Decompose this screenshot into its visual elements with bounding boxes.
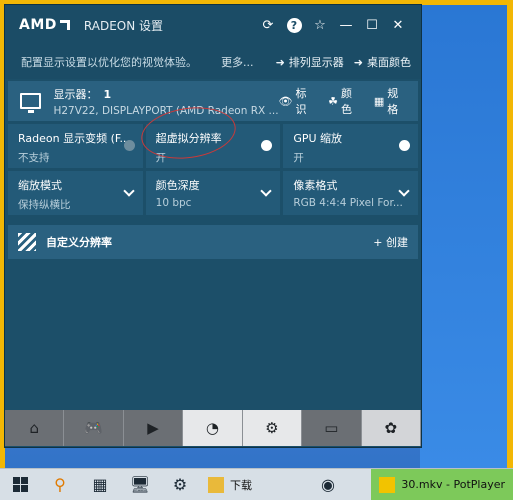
- setting-label: 像素格式: [293, 179, 338, 192]
- nav-gaming[interactable]: 🎮: [64, 410, 124, 446]
- specs-link[interactable]: ▦ 规格: [374, 85, 408, 117]
- setting-value: 10 bpc: [155, 197, 192, 209]
- search-icon[interactable]: ⚲: [40, 469, 80, 500]
- maximize-button[interactable]: ☐: [359, 12, 385, 38]
- taskbar: ⚲ ▦ 🖥 ⚙ 下载 ◉ 30.mkv - PotPlayer: [0, 468, 513, 500]
- potplayer-taskbar-item[interactable]: 30.mkv - PotPlayer: [371, 468, 513, 500]
- app-title: RADEON 设置: [83, 18, 164, 33]
- refresh-icon[interactable]: ⟳: [255, 12, 281, 38]
- computer-icon[interactable]: 🖥: [120, 469, 160, 500]
- amd-arrow-icon: [59, 20, 70, 30]
- nav-display[interactable]: ▭: [302, 410, 362, 446]
- nav-connect[interactable]: ⚙: [242, 410, 303, 446]
- setting-scaling-mode[interactable]: 缩放模式 保持纵横比: [8, 171, 143, 215]
- desktop-color-link[interactable]: ➜ 桌面颜色: [354, 54, 411, 70]
- play-icon: ▶: [147, 419, 159, 437]
- windows-icon: [12, 477, 28, 492]
- toggle-switch[interactable]: [399, 140, 410, 151]
- setting-label: 缩放模式: [18, 179, 62, 192]
- setting-label: Radeon 显示变频 (F...: [18, 132, 130, 145]
- downloads-label: 下载: [230, 478, 252, 492]
- screen-frame-right: [507, 0, 513, 500]
- setting-value: 不支持: [18, 152, 50, 164]
- close-button[interactable]: ✕: [385, 12, 411, 38]
- custom-resolution-row[interactable]: 自定义分辨率 + 创建: [8, 225, 418, 259]
- nav-system[interactable]: ✿: [361, 410, 421, 446]
- setting-pixel-format[interactable]: 像素格式 RGB 4:4:4 Pixel For...: [283, 171, 418, 215]
- setting-color-depth[interactable]: 颜色深度 10 bpc: [145, 171, 281, 215]
- desktop-background: [420, 5, 507, 468]
- custom-resolution-icon: [18, 233, 36, 251]
- display-links: 👁 标识 ☘ 颜色 ▦ 规格: [279, 85, 408, 117]
- arrange-displays-link[interactable]: ➜ 排列显示器: [276, 54, 344, 70]
- settings-icon[interactable]: ⚙: [160, 469, 200, 500]
- color-label: 颜色: [341, 87, 353, 116]
- monitor-nav-icon: ▭: [324, 419, 339, 437]
- identify-link[interactable]: 👁 标识: [279, 85, 317, 117]
- star-icon[interactable]: ☆: [307, 12, 333, 38]
- help-icon[interactable]: ?: [281, 12, 307, 38]
- toggle-switch[interactable]: [123, 140, 135, 151]
- display-title: 显示器： 1: [53, 86, 278, 102]
- setting-freesync[interactable]: Radeon 显示变频 (F... 不支持: [8, 124, 143, 168]
- more-link[interactable]: 更多...: [221, 54, 254, 70]
- arrow-icon: ➜: [275, 55, 285, 69]
- wrench-icon: ✿: [384, 419, 398, 437]
- monitor-icon: [20, 93, 42, 113]
- nav-video[interactable]: ▶: [124, 410, 184, 446]
- setting-label: GPU 缩放: [293, 132, 343, 145]
- specs-label: 规格: [387, 87, 399, 116]
- toggle-switch[interactable]: [261, 140, 273, 151]
- setting-value: RGB 4:4:4 Pixel For...: [293, 197, 403, 209]
- setting-gpu-scaling[interactable]: GPU 缩放 开: [283, 124, 418, 168]
- eye-icon: 👁: [278, 94, 293, 108]
- create-button[interactable]: + 创建: [373, 234, 408, 250]
- setting-value: 保持纵横比: [18, 199, 71, 211]
- home-icon: ⌂: [29, 419, 39, 437]
- arrange-displays-label: 排列显示器: [288, 56, 344, 69]
- grid-icon: ▦: [373, 94, 385, 108]
- potplayer-label: 30.mkv - PotPlayer: [401, 478, 505, 491]
- share-icon: ⚙: [265, 419, 279, 437]
- start-button[interactable]: [0, 469, 40, 500]
- arrow-icon: ➜: [353, 55, 363, 69]
- desktop-color-label: 桌面颜色: [367, 56, 411, 69]
- radeon-tray-icon[interactable]: ◉: [308, 469, 348, 500]
- folder-icon: [208, 476, 224, 493]
- setting-label: 颜色深度: [155, 179, 200, 192]
- title-actions: ⟳ ? ☆ — ☐ ✕: [255, 12, 411, 38]
- potplayer-icon: [379, 476, 396, 493]
- nav-home[interactable]: ⌂: [5, 410, 65, 446]
- bottom-nav: ⌂ 🎮 ▶ ◔ ⚙ ▭ ✿: [5, 410, 421, 446]
- gamepad-icon: 🎮: [84, 419, 103, 437]
- display-number: 1: [103, 87, 112, 101]
- title-bar: AMD RADEON 设置 ⟳ ? ☆ — ☐ ✕: [5, 5, 421, 45]
- nav-relive[interactable]: ◔: [183, 410, 243, 446]
- color-link[interactable]: ☘ 颜色: [328, 85, 362, 117]
- sub-toolbar: 配置显示设置以优化您的视觉体验。 更多... ➜ 排列显示器 ➜ 桌面颜色: [5, 45, 421, 79]
- amd-logo: AMD: [19, 17, 70, 33]
- palette-icon: ☘: [328, 94, 339, 108]
- downloads-folder[interactable]: 下载: [200, 469, 260, 500]
- identify-label: 标识: [295, 87, 307, 116]
- display-label: 显示器：: [53, 87, 98, 101]
- amd-logo-text: AMD: [19, 17, 57, 33]
- minimize-button[interactable]: —: [333, 12, 359, 38]
- relive-icon: ◔: [205, 419, 220, 437]
- setting-value: 开: [293, 152, 304, 164]
- custom-resolution-label: 自定义分辨率: [46, 236, 112, 249]
- hint-text: 配置显示设置以优化您的视觉体验。: [21, 56, 197, 69]
- radeon-settings-window: AMD RADEON 设置 ⟳ ? ☆ — ☐ ✕ 配置显示设置以优化您的视觉体…: [5, 5, 421, 447]
- calculator-icon[interactable]: ▦: [80, 469, 120, 500]
